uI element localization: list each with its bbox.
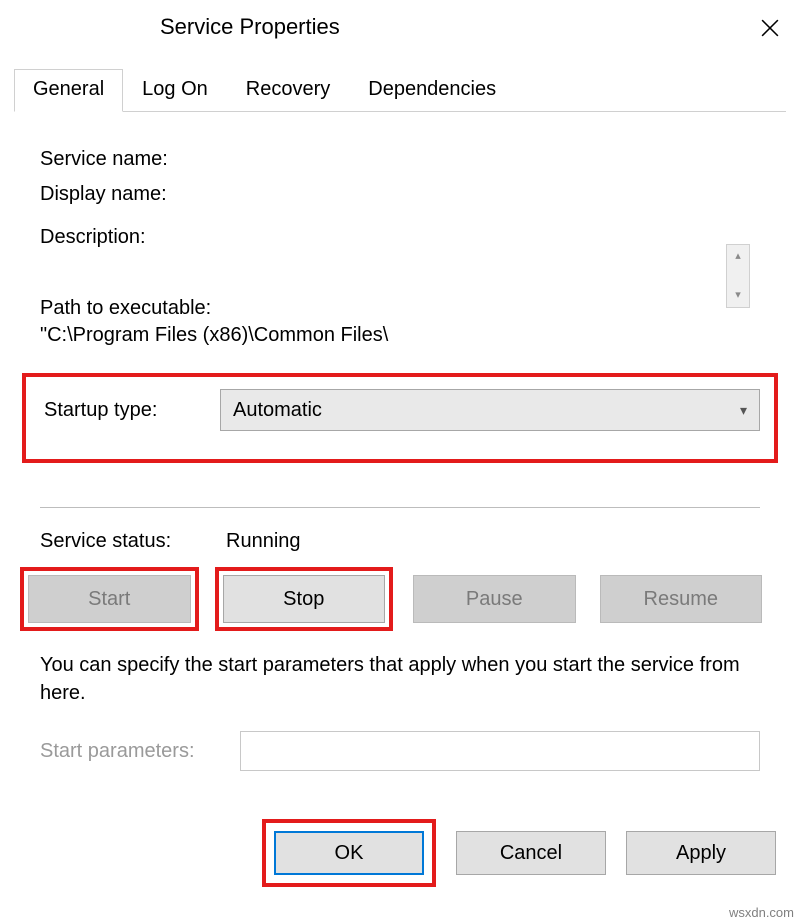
cancel-button[interactable]: Cancel — [456, 831, 606, 875]
service-name-label: Service name: — [40, 148, 226, 171]
scroll-up-icon[interactable]: ▴ — [735, 251, 741, 262]
path-value: "C:\Program Files (x86)\Common Files\ — [40, 324, 760, 347]
startup-type-select[interactable]: Automatic ▾ — [220, 389, 760, 431]
ok-button-highlight: OK — [262, 819, 436, 887]
close-button[interactable] — [754, 12, 786, 44]
pause-button: Pause — [413, 575, 576, 623]
dialog-footer: OK Cancel Apply — [14, 819, 786, 887]
service-status-row: Service status: Running — [40, 530, 760, 553]
startup-type-highlight: Startup type: Automatic ▾ — [22, 373, 778, 463]
window-title: Service Properties — [160, 14, 340, 40]
tab-logon[interactable]: Log On — [123, 69, 227, 112]
description-row: Description: — [40, 226, 760, 249]
startup-type-value: Automatic — [233, 399, 322, 422]
display-name-label: Display name: — [40, 183, 226, 206]
display-name-row: Display name: — [40, 183, 760, 206]
apply-button[interactable]: Apply — [626, 831, 776, 875]
ok-button[interactable]: OK — [274, 831, 424, 875]
scroll-down-icon[interactable]: ▾ — [735, 290, 741, 301]
start-parameters-input — [240, 731, 760, 771]
start-params-note: You can specify the start parameters tha… — [40, 651, 760, 707]
tab-dependencies[interactable]: Dependencies — [349, 69, 515, 112]
close-icon — [761, 19, 779, 37]
general-panel: Service name: Display name: Description:… — [14, 130, 786, 771]
tab-bar: General Log On Recovery Dependencies — [14, 68, 786, 112]
chevron-down-icon: ▾ — [740, 402, 747, 419]
path-label: Path to executable: — [40, 297, 760, 320]
stop-button-highlight: Stop — [215, 567, 394, 631]
service-name-row: Service name: — [40, 148, 760, 171]
tab-general[interactable]: General — [14, 69, 123, 112]
service-status-label: Service status: — [40, 530, 226, 553]
watermark: wsxdn.com — [729, 905, 794, 920]
start-button: Start — [28, 575, 191, 623]
stop-button[interactable]: Stop — [223, 575, 386, 623]
separator — [40, 507, 760, 508]
start-parameters-label: Start parameters: — [40, 740, 226, 763]
startup-type-label: Startup type: — [34, 399, 220, 422]
resume-button: Resume — [600, 575, 763, 623]
path-row: Path to executable: "C:\Program Files (x… — [40, 297, 760, 347]
description-scrollbar[interactable]: ▴ ▾ — [726, 244, 750, 308]
start-button-highlight: Start — [20, 567, 199, 631]
start-parameters-row: Start parameters: — [40, 731, 760, 771]
service-status-value: Running — [226, 530, 760, 553]
titlebar: Service Properties — [0, 0, 800, 56]
tab-recovery[interactable]: Recovery — [227, 69, 349, 112]
service-control-buttons: Start Stop Pause Resume — [20, 567, 766, 631]
description-label: Description: — [40, 226, 226, 249]
